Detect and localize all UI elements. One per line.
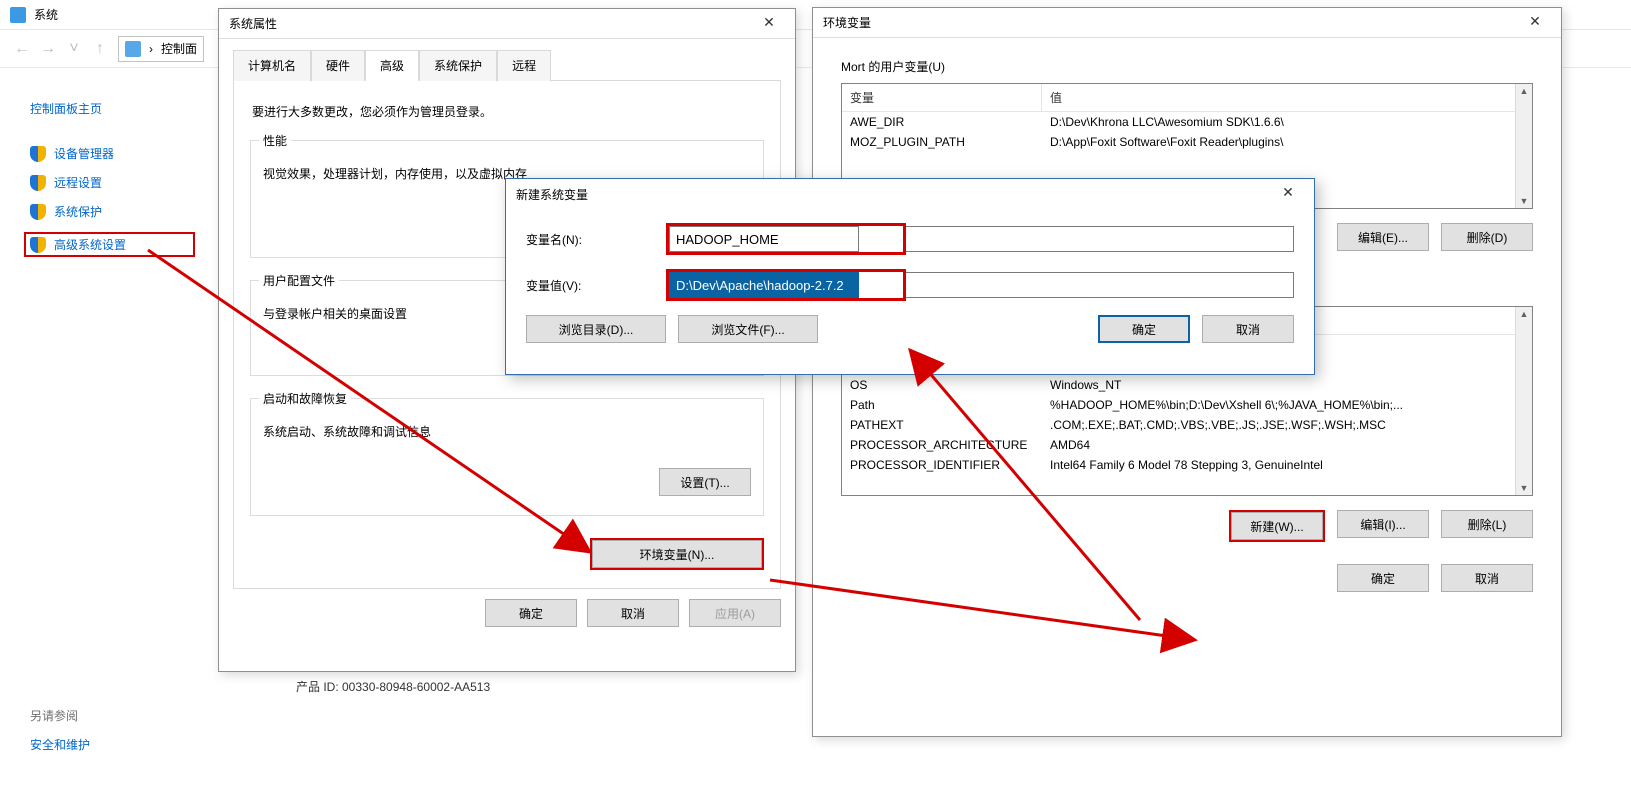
chevron-up-icon[interactable]: ▲ — [1520, 309, 1529, 319]
sidebar-item-security[interactable]: 安全和维护 — [30, 736, 195, 753]
recent-icon[interactable]: ˅ — [66, 41, 82, 57]
sidebar-item-label: 远程设置 — [54, 174, 102, 191]
var-value-row: 变量值(V): — [526, 269, 1294, 301]
ok-button[interactable]: 确定 — [485, 599, 577, 627]
chevron-right-icon: › — [149, 42, 153, 56]
table-row[interactable]: PROCESSOR_IDENTIFIERIntel64 Family 6 Mod… — [842, 455, 1515, 475]
product-id: 产品 ID: 00330-80948-60002-AA513 — [296, 678, 490, 695]
dialog-titlebar: 系统属性 ✕ — [219, 9, 795, 39]
tab-protection[interactable]: 系统保护 — [419, 50, 497, 81]
tab-advanced[interactable]: 高级 — [365, 50, 419, 81]
sidebar-item-label: 设备管理器 — [54, 145, 114, 162]
browse-dir-button[interactable]: 浏览目录(D)... — [526, 315, 666, 343]
shield-icon — [30, 237, 46, 253]
shield-icon — [30, 146, 46, 162]
highlight: 新建(W)... — [1229, 510, 1325, 542]
sidebar-item-label: 安全和维护 — [30, 736, 90, 753]
sidebar-item-device-manager[interactable]: 设备管理器 — [30, 145, 195, 162]
edit-button[interactable]: 编辑(E)... — [1337, 223, 1429, 251]
cancel-button[interactable]: 取消 — [1441, 564, 1533, 592]
group-legend: 性能 — [259, 132, 291, 149]
dialog-titlebar: 环境变量 ✕ — [813, 8, 1561, 38]
forward-icon[interactable]: → — [40, 41, 56, 57]
th-var[interactable]: 变量 — [842, 84, 1042, 111]
var-value-input[interactable] — [669, 272, 859, 298]
close-icon[interactable]: ✕ — [1272, 184, 1304, 204]
control-panel-sidebar: 控制面板主页 设备管理器 远程设置 系统保护 高级系统设置 另请参阅 安全和维护 — [0, 90, 215, 775]
admin-note: 要进行大多数更改，您必须作为管理员登录。 — [252, 103, 762, 120]
user-vars-label: Mort 的用户变量(U) — [841, 58, 1561, 75]
browse-file-button[interactable]: 浏览文件(F)... — [678, 315, 818, 343]
th-val[interactable]: 值 — [1042, 84, 1515, 111]
sidebar-item-advanced-settings[interactable]: 高级系统设置 — [24, 232, 195, 257]
group-legend: 启动和故障恢复 — [259, 390, 351, 407]
chevron-up-icon[interactable]: ▲ — [1520, 86, 1529, 96]
apply-button[interactable]: 应用(A) — [689, 599, 781, 627]
var-name-label: 变量名(N): — [526, 231, 666, 248]
table-header: 变量 值 — [842, 84, 1515, 112]
settings-button[interactable]: 设置(T)... — [659, 468, 751, 496]
system-icon — [10, 7, 26, 23]
address-bar[interactable]: › 控制面 — [118, 36, 204, 62]
ok-button[interactable]: 确定 — [1098, 315, 1190, 343]
cp-home-link[interactable]: 控制面板主页 — [30, 100, 195, 117]
sidebar-item-label: 高级系统设置 — [54, 236, 126, 253]
cancel-button[interactable]: 取消 — [1202, 315, 1294, 343]
group-legend: 用户配置文件 — [259, 272, 339, 289]
sys-vars-buttons: 新建(W)... 编辑(I)... 删除(L) — [813, 510, 1533, 542]
ok-button[interactable]: 确定 — [1337, 564, 1429, 592]
cancel-button[interactable]: 取消 — [587, 599, 679, 627]
var-value-input-ext[interactable] — [906, 272, 1294, 298]
scrollbar[interactable]: ▲▼ — [1515, 84, 1532, 208]
var-name-row: 变量名(N): — [526, 223, 1294, 255]
tab-hardware[interactable]: 硬件 — [311, 50, 365, 81]
dialog-footer: 浏览目录(D)... 浏览文件(F)... 确定 取消 — [506, 315, 1314, 353]
shield-icon — [30, 204, 46, 220]
table-row[interactable]: MOZ_PLUGIN_PATHD:\App\Foxit Software\Fox… — [842, 132, 1515, 152]
table-row[interactable]: Path%HADOOP_HOME%\bin;D:\Dev\Xshell 6\;%… — [842, 395, 1515, 415]
tab-computer-name[interactable]: 计算机名 — [233, 50, 311, 81]
var-value-label: 变量值(V): — [526, 277, 666, 294]
sidebar-item-remote[interactable]: 远程设置 — [30, 174, 195, 191]
edit-button[interactable]: 编辑(I)... — [1337, 510, 1429, 538]
see-also-label: 另请参阅 — [30, 707, 195, 724]
window-title: 系统 — [34, 6, 58, 23]
env-vars-button[interactable]: 环境变量(N)... — [592, 540, 762, 568]
close-icon[interactable]: ✕ — [1519, 13, 1551, 33]
delete-button[interactable]: 删除(D) — [1441, 223, 1533, 251]
breadcrumb[interactable]: 控制面 — [161, 40, 197, 57]
dialog-footer: 确定 取消 应用(A) — [219, 589, 795, 641]
scrollbar[interactable]: ▲▼ — [1515, 307, 1532, 495]
dialog-title: 系统属性 — [229, 15, 277, 32]
shield-icon — [30, 175, 46, 191]
table-row[interactable]: AWE_DIRD:\Dev\Khrona LLC\Awesomium SDK\1… — [842, 112, 1515, 132]
back-icon[interactable]: ← — [14, 41, 30, 57]
delete-button[interactable]: 删除(L) — [1441, 510, 1533, 538]
tab-remote[interactable]: 远程 — [497, 50, 551, 81]
pc-icon — [125, 41, 141, 57]
new-button[interactable]: 新建(W)... — [1231, 512, 1323, 540]
group-desc: 系统启动、系统故障和调试信息 — [263, 423, 751, 440]
close-icon[interactable]: ✕ — [753, 14, 785, 34]
var-name-input[interactable] — [669, 226, 859, 252]
up-icon[interactable]: ↑ — [92, 41, 108, 57]
sidebar-item-protection[interactable]: 系统保护 — [30, 203, 195, 220]
group-startup: 启动和故障恢复 系统启动、系统故障和调试信息 设置(T)... — [250, 398, 764, 516]
sidebar-item-label: 系统保护 — [54, 203, 102, 220]
chevron-down-icon[interactable]: ▼ — [1520, 483, 1529, 493]
var-name-input-ext[interactable] — [906, 226, 1294, 252]
table-row[interactable]: OSWindows_NT — [842, 375, 1515, 395]
dialog-title: 新建系统变量 — [516, 186, 588, 203]
table-row[interactable]: PROCESSOR_ARCHITECTUREAMD64 — [842, 435, 1515, 455]
new-system-var-dialog: 新建系统变量 ✕ 变量名(N): 变量值(V): 浏览目录(D)... 浏览文件… — [505, 178, 1315, 375]
tabs: 计算机名 硬件 高级 系统保护 远程 — [219, 39, 795, 80]
table-row[interactable]: PATHEXT.COM;.EXE;.BAT;.CMD;.VBS;.VBE;.JS… — [842, 415, 1515, 435]
dialog-footer: 确定 取消 — [813, 542, 1561, 592]
chevron-down-icon[interactable]: ▼ — [1520, 196, 1529, 206]
dialog-title: 环境变量 — [823, 14, 871, 31]
dialog-titlebar: 新建系统变量 ✕ — [506, 179, 1314, 209]
